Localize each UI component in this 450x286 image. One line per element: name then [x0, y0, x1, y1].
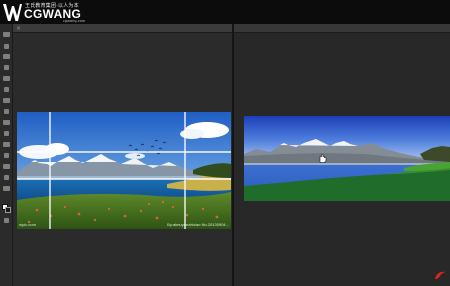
left-document-window: × nipic.com By:aimuyuezhixiao No.2013090…: [13, 24, 232, 286]
brand-url: cgwang.com: [63, 19, 86, 23]
vector-landscape-art: [244, 116, 450, 201]
close-tab-icon[interactable]: ×: [16, 25, 21, 32]
eyedropper-tool-icon[interactable]: [4, 87, 9, 92]
crop-tool-icon[interactable]: [3, 76, 10, 81]
pen-tool-icon[interactable]: [4, 175, 9, 180]
type-tool-icon[interactable]: [3, 186, 10, 191]
brand-logo: 王氏教育集团·以人为本 CGWANG cgwang.com: [2, 1, 92, 23]
landscape-photo: nipic.com By:aimuyuezhixiao No.20130904.…: [17, 112, 231, 229]
eraser-tool-icon[interactable]: [3, 142, 10, 147]
landscape-photo-image: [17, 112, 231, 229]
quick-mask-icon[interactable]: [4, 218, 9, 223]
marquee-tool-icon[interactable]: [4, 44, 9, 49]
history-brush-tool-icon[interactable]: [4, 131, 9, 136]
top-bar: 王氏教育集团·以人为本 CGWANG cgwang.com: [0, 0, 450, 24]
brush-tool-icon[interactable]: [4, 109, 9, 114]
right-document-window: [234, 24, 450, 286]
watermark-site: nipic.com: [19, 222, 36, 227]
brand-corner-icon: [435, 271, 445, 279]
background-color-swatch[interactable]: [5, 207, 11, 213]
clone-stamp-tool-icon[interactable]: [3, 120, 10, 125]
tools-panel: [0, 24, 13, 286]
watermark-credit: By:aimuyuezhixiao No.20130904...: [167, 222, 229, 227]
lasso-tool-icon[interactable]: [3, 54, 10, 59]
move-tool-icon[interactable]: [3, 32, 10, 37]
right-document-tab[interactable]: [234, 24, 450, 33]
healing-brush-tool-icon[interactable]: [3, 98, 10, 103]
blur-tool-icon[interactable]: [3, 164, 10, 169]
magic-wand-tool-icon[interactable]: [4, 65, 9, 70]
hand-cursor-icon: [319, 153, 327, 163]
logo-w-icon: [2, 1, 23, 23]
left-document-tab[interactable]: ×: [13, 24, 232, 33]
vector-landscape-image: [244, 116, 450, 201]
gradient-tool-icon[interactable]: [4, 153, 9, 158]
